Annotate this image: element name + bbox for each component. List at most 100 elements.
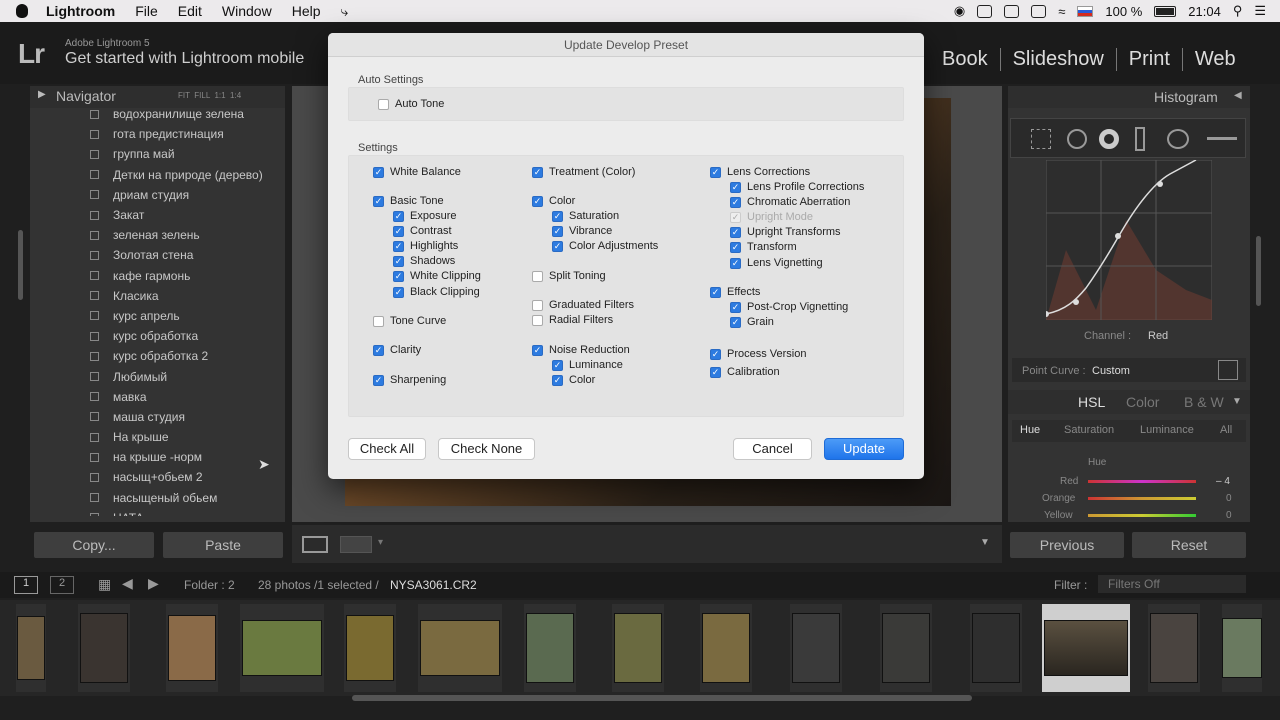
calibration-checkbox[interactable]: ✓ Calibration — [710, 365, 780, 379]
filmstrip-thumbnail[interactable] — [970, 604, 1022, 692]
graduated-filter-icon[interactable] — [1135, 127, 1145, 151]
auto-tone-checkbox[interactable]: Auto Tone — [378, 97, 444, 111]
color-tab[interactable]: Color — [1126, 394, 1159, 410]
target-adjust-icon[interactable] — [1218, 360, 1238, 380]
screen-icon[interactable] — [977, 4, 993, 18]
reset-button[interactable]: Reset — [1132, 532, 1246, 558]
filmstrip-thumbnail[interactable] — [16, 604, 46, 692]
flag-icon[interactable] — [1077, 5, 1094, 17]
noise-reduction-checkbox[interactable]: ✓ Noise Reduction — [532, 343, 630, 357]
clarity-checkbox[interactable]: ✓ Clarity — [373, 343, 421, 357]
collapse-down-icon[interactable]: ▼ — [1232, 396, 1242, 407]
post-crop-vignetting-checkbox[interactable]: ✓ Post-Crop Vignetting — [730, 300, 848, 314]
dropdown-icon[interactable]: ▾ — [378, 537, 383, 548]
filmstrip-thumbnail[interactable] — [344, 604, 396, 692]
filmstrip-thumbnail[interactable] — [700, 604, 752, 692]
module-web[interactable]: Web — [1181, 48, 1248, 71]
list-icon[interactable]: ☰ — [1254, 3, 1266, 19]
hsl-tab[interactable]: HSL — [1078, 394, 1105, 410]
preset-item[interactable]: на крыше -норм — [90, 447, 285, 467]
filmstrip-thumbnail[interactable] — [418, 604, 502, 692]
lens-corrections-checkbox[interactable]: ✓ Lens Corrections — [710, 165, 810, 179]
split-toning-checkbox[interactable]: Split Toning — [532, 269, 606, 283]
sync-icon[interactable] — [1004, 4, 1020, 18]
hue-red-slider[interactable] — [1088, 480, 1196, 483]
process-version-checkbox[interactable]: ✓ Process Version — [710, 347, 806, 361]
sharpening-checkbox[interactable]: ✓ Sharpening — [373, 373, 446, 387]
grain-checkbox[interactable]: ✓ Grain — [730, 315, 774, 329]
right-scrollbar[interactable] — [1256, 236, 1261, 306]
preset-item[interactable]: кафе гармонь — [90, 266, 285, 286]
filmstrip-thumbnail[interactable] — [612, 604, 664, 692]
filmstrip-thumbnail[interactable] — [790, 604, 842, 692]
hue-yellow-slider[interactable] — [1088, 514, 1196, 517]
battery-icon[interactable] — [1154, 5, 1177, 17]
brush-icon[interactable] — [1207, 137, 1237, 140]
preset-item[interactable]: Любимый — [90, 366, 285, 386]
channel-select[interactable]: Red — [1148, 330, 1168, 342]
black-clipping-checkbox[interactable]: ✓ Black Clipping — [393, 285, 480, 299]
filmstrip-thumbnail[interactable] — [1148, 604, 1200, 692]
luminance-checkbox[interactable]: ✓ Luminance — [552, 358, 623, 372]
previous-button[interactable]: Previous — [1010, 532, 1124, 558]
highlights-checkbox[interactable]: ✓ Highlights — [393, 239, 458, 253]
back-arrow-icon[interactable]: ◀ — [122, 575, 133, 592]
contrast-checkbox[interactable]: ✓ Contrast — [393, 224, 452, 238]
saturation-checkbox[interactable]: ✓ Saturation — [552, 209, 619, 223]
search-icon[interactable]: ⚲ — [1233, 3, 1243, 19]
cancel-button[interactable]: Cancel — [733, 438, 812, 460]
grid-icon[interactable]: ▦ — [98, 576, 111, 593]
luminance-subtab[interactable]: Luminance — [1140, 424, 1194, 436]
white-balance-checkbox[interactable]: ✓ White Balance — [373, 165, 461, 179]
basic-tone-checkbox[interactable]: ✓ Basic Tone — [373, 194, 444, 208]
tone-curve-graph[interactable] — [1046, 160, 1212, 320]
preset-item[interactable]: мавка — [90, 387, 285, 407]
menu-file[interactable]: File — [125, 3, 168, 19]
filmstrip-thumbnail[interactable] — [166, 604, 218, 692]
bw-tab[interactable]: B & W — [1184, 394, 1224, 410]
filmstrip-scrollbar[interactable] — [352, 695, 972, 701]
loupe-view-icon[interactable] — [302, 536, 328, 553]
saturation-subtab[interactable]: Saturation — [1064, 424, 1114, 436]
left-scrollbar[interactable] — [18, 230, 23, 300]
forward-arrow-icon[interactable]: ▶ — [148, 575, 159, 592]
preset-item[interactable]: курс обработка 2 — [90, 346, 285, 366]
script-icon[interactable]: ⤷ — [331, 3, 359, 20]
filmstrip-thumbnail[interactable] — [78, 604, 130, 692]
page-2-button[interactable]: 2 — [50, 576, 74, 594]
all-subtab[interactable]: All — [1220, 424, 1232, 436]
preset-item[interactable]: НАТА... — [90, 508, 285, 516]
preset-item[interactable]: насыщ+обьем 2 — [90, 467, 285, 487]
preset-item[interactable]: курс обработка — [90, 326, 285, 346]
page-1-button[interactable]: 1 — [14, 576, 38, 594]
spot-removal-icon[interactable] — [1067, 129, 1087, 149]
preset-item[interactable]: дриам студия — [90, 185, 285, 205]
radial-filter-icon[interactable] — [1167, 129, 1189, 149]
tone-curve-checkbox[interactable]: Tone Curve — [373, 314, 446, 328]
filmstrip-thumbnail[interactable] — [524, 604, 576, 692]
menu-app[interactable]: Lightroom — [36, 3, 125, 19]
preset-item[interactable]: На крыше — [90, 427, 285, 447]
record-icon[interactable]: ◉ — [954, 3, 965, 19]
upright-transforms-checkbox[interactable]: ✓ Upright Transforms — [730, 225, 841, 239]
apple-icon[interactable] — [16, 4, 28, 18]
filmstrip-thumbnail[interactable] — [1222, 604, 1262, 692]
filmstrip-thumbnail[interactable] — [240, 604, 324, 692]
check-all-button[interactable]: Check All — [348, 438, 426, 460]
treatment-color--checkbox[interactable]: ✓ Treatment (Color) — [532, 165, 635, 179]
filter-select[interactable]: Filters Off — [1098, 575, 1246, 593]
chromatic-aberration-checkbox[interactable]: ✓ Chromatic Aberration — [730, 195, 850, 209]
preset-item[interactable]: Золотая стена — [90, 245, 285, 265]
hue-orange-value[interactable]: 0 — [1226, 493, 1232, 504]
lens-vignetting-checkbox[interactable]: ✓ Lens Vignetting — [730, 256, 823, 270]
hue-subtab[interactable]: Hue — [1020, 424, 1040, 436]
preset-item[interactable]: Детки на природе (дерево) — [90, 165, 285, 185]
before-after-icon[interactable] — [340, 536, 372, 553]
color-adjustments-checkbox[interactable]: ✓ Color Adjustments — [552, 239, 658, 253]
exposure-checkbox[interactable]: ✓ Exposure — [393, 209, 456, 223]
airplay-icon[interactable] — [1031, 4, 1047, 18]
preset-item[interactable]: водохранилище зелена — [90, 104, 285, 124]
navigator-zoom-options[interactable]: FIT FILL 1:1 1:4 — [178, 91, 241, 100]
paste-button[interactable]: Paste — [163, 532, 283, 558]
red-eye-icon[interactable] — [1099, 129, 1119, 149]
